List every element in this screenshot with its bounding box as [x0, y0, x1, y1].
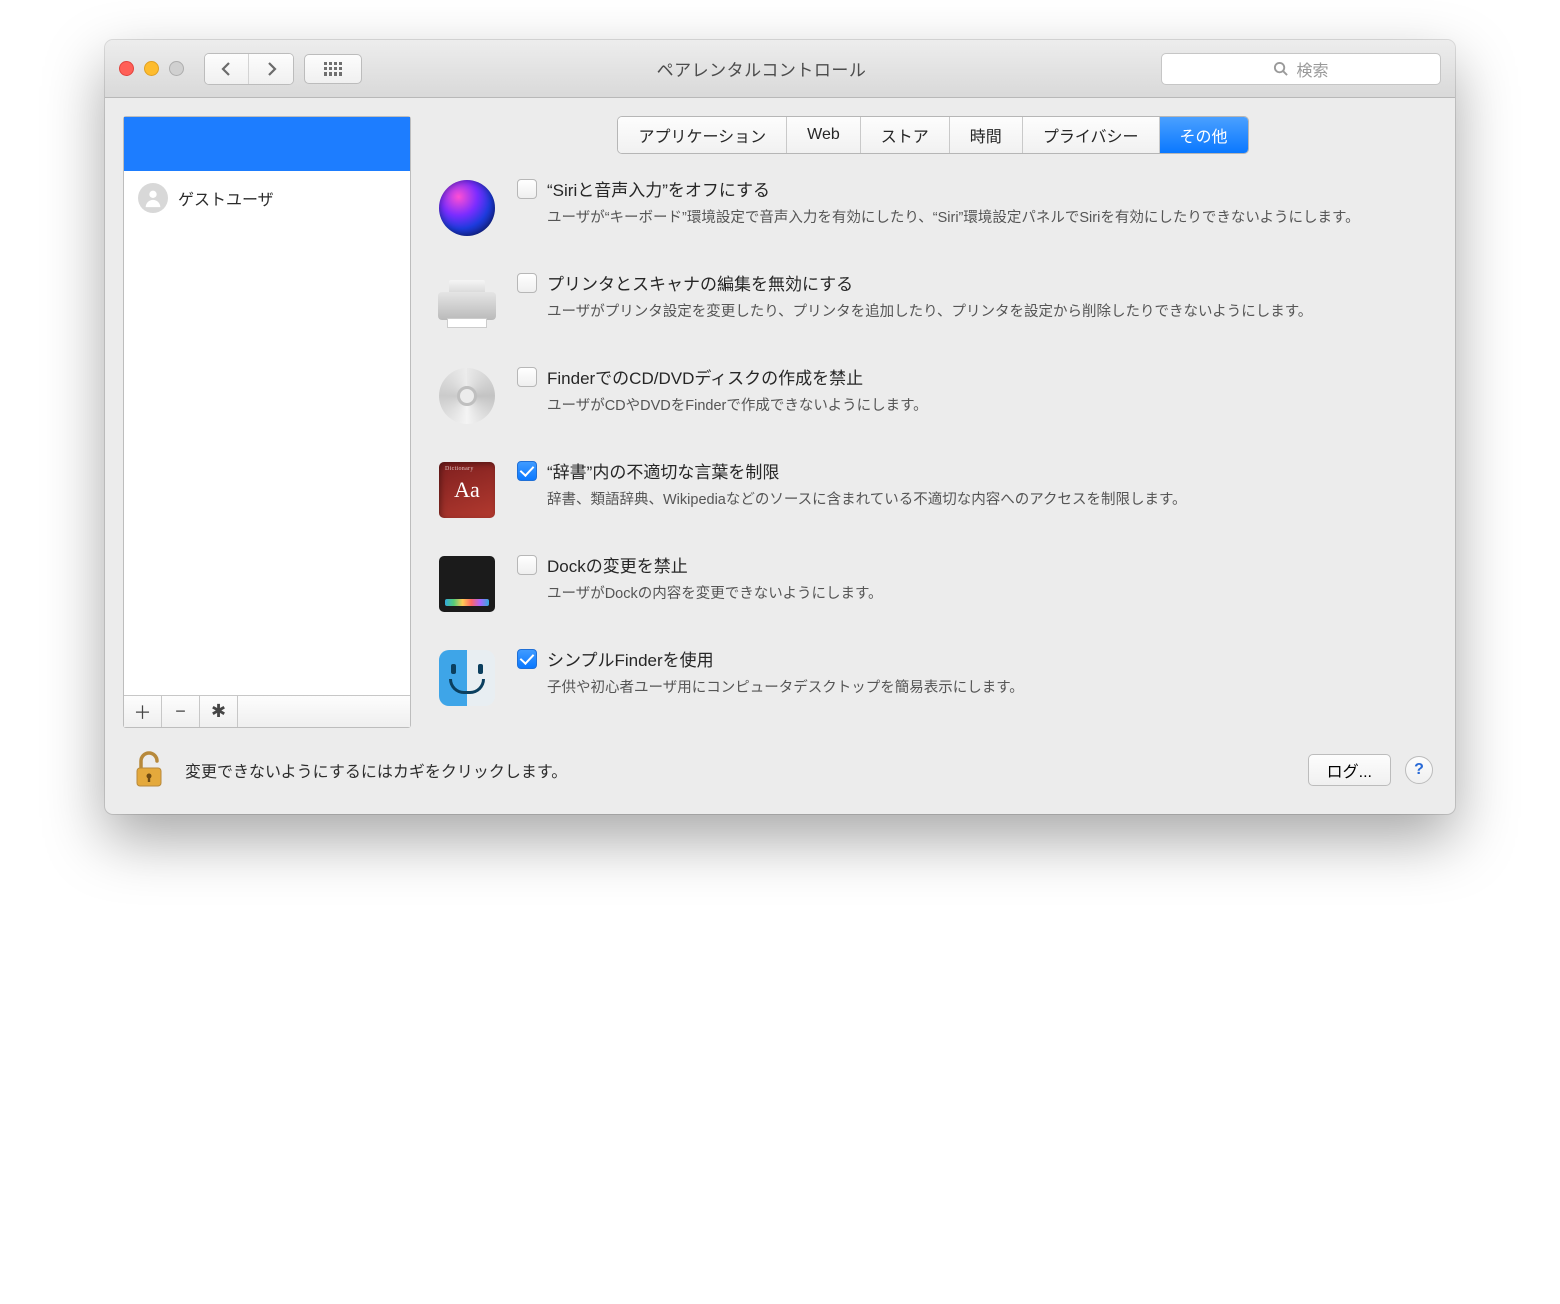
grid-icon	[324, 62, 342, 76]
option-desc: 辞書、類語辞典、Wikipediaなどのソースに含まれている不適切な内容へのアク…	[547, 489, 1417, 511]
footer: 変更できないようにするにはカギをクリックします。 ログ... ?	[105, 738, 1455, 814]
checkbox-disable-printer-admin[interactable]	[517, 273, 537, 293]
option-desc: ユーザがDockの内容を変更できないようにします。	[547, 583, 1417, 605]
plus-icon: ＋	[134, 699, 152, 725]
tab-group: アプリケーション Web ストア 時間 プライバシー その他	[617, 116, 1248, 154]
option-label: “辞書”内の不適切な言葉を制限	[547, 458, 779, 483]
checkbox-lock-dock[interactable]	[517, 555, 537, 575]
chevron-left-icon	[221, 62, 233, 76]
option-burn-disc: FinderでのCD/DVDディスクの作成を禁止 ユーザがCDやDVDをFind…	[435, 364, 1417, 428]
user-sidebar: ゲストユーザ ＋ − ✱	[123, 116, 411, 728]
option-label: プリンタとスキャナの編集を無効にする	[547, 270, 853, 295]
option-label: Dockの変更を禁止	[547, 552, 688, 577]
sidebar-user-label: ゲストユーザ	[178, 186, 274, 210]
help-button[interactable]: ?	[1405, 756, 1433, 784]
minus-icon: −	[175, 701, 186, 722]
option-label: シンプルFinderを使用	[547, 646, 714, 671]
back-button[interactable]	[205, 54, 249, 84]
option-label: “Siriと音声入力”をオフにする	[547, 176, 770, 201]
sidebar-toolbar: ＋ − ✱	[124, 695, 410, 727]
search-icon	[1273, 61, 1288, 76]
window-title: ペアレンタルコントロール	[372, 56, 1151, 81]
tab-bar: アプリケーション Web ストア 時間 プライバシー その他	[429, 116, 1437, 154]
window-controls	[119, 61, 184, 76]
unlocked-padlock-icon	[131, 750, 167, 790]
tab-time[interactable]: 時間	[950, 117, 1023, 153]
option-desc: ユーザがCDやDVDをFinderで作成できないようにします。	[547, 395, 1417, 417]
siri-icon	[435, 176, 499, 240]
window-body: ゲストユーザ ＋ − ✱ アプリケーション Web ストア 時間 プライバシー …	[105, 98, 1455, 738]
preferences-window: ペアレンタルコントロール 検索 ゲストユーザ ＋ − ✱	[105, 40, 1455, 814]
checkbox-restrict-dictionary[interactable]	[517, 461, 537, 481]
checkbox-disable-siri[interactable]	[517, 179, 537, 199]
sidebar-user-guest[interactable]: ゲストユーザ	[124, 171, 410, 225]
zoom-icon[interactable]	[169, 61, 184, 76]
remove-user-button[interactable]: −	[162, 696, 200, 727]
action-menu-button[interactable]: ✱	[200, 696, 238, 727]
checkbox-restrict-burn[interactable]	[517, 367, 537, 387]
tab-applications[interactable]: アプリケーション	[618, 117, 787, 153]
option-desc: ユーザがプリンタ設定を変更したり、プリンタを追加したり、プリンタを設定から削除し…	[547, 301, 1417, 323]
option-printer: プリンタとスキャナの編集を無効にする ユーザがプリンタ設定を変更したり、プリンタ…	[435, 270, 1417, 334]
add-user-button[interactable]: ＋	[124, 696, 162, 727]
chevron-right-icon	[265, 62, 277, 76]
title-bar: ペアレンタルコントロール 検索	[105, 40, 1455, 98]
sidebar-toolbar-spacer	[238, 696, 410, 727]
printer-icon	[435, 270, 499, 334]
option-siri: “Siriと音声入力”をオフにする ユーザが“キーボード”環境設定で音声入力を有…	[435, 176, 1417, 240]
dictionary-icon: Aa	[435, 458, 499, 522]
lock-description: 変更できないようにするにはカギをクリックします。	[185, 758, 567, 782]
tab-privacy[interactable]: プライバシー	[1023, 117, 1160, 153]
tab-web[interactable]: Web	[787, 117, 861, 153]
sidebar-header[interactable]	[124, 117, 410, 171]
show-all-button[interactable]	[304, 54, 362, 84]
main-panel: アプリケーション Web ストア 時間 プライバシー その他 “Siriと音声入…	[429, 116, 1437, 728]
checkbox-simple-finder[interactable]	[517, 649, 537, 669]
nav-buttons	[204, 53, 294, 85]
search-field[interactable]: 検索	[1161, 53, 1441, 85]
logs-button[interactable]: ログ...	[1308, 754, 1391, 786]
close-icon[interactable]	[119, 61, 134, 76]
tab-store[interactable]: ストア	[861, 117, 950, 153]
forward-button[interactable]	[249, 54, 293, 84]
option-dictionary: Aa “辞書”内の不適切な言葉を制限 辞書、類語辞典、Wikipediaなどのソ…	[435, 458, 1417, 522]
dock-icon	[435, 552, 499, 616]
tab-other[interactable]: その他	[1160, 117, 1248, 153]
minimize-icon[interactable]	[144, 61, 159, 76]
gear-icon: ✱	[211, 701, 226, 722]
user-silhouette-icon	[138, 183, 168, 213]
lock-button[interactable]	[127, 748, 171, 792]
sidebar-spacer	[124, 225, 410, 695]
disc-icon	[435, 364, 499, 428]
finder-icon	[435, 646, 499, 710]
search-placeholder: 検索	[1296, 57, 1328, 81]
option-desc: ユーザが“キーボード”環境設定で音声入力を有効にしたり、“Siri”環境設定パネ…	[547, 207, 1417, 229]
options-list: “Siriと音声入力”をオフにする ユーザが“キーボード”環境設定で音声入力を有…	[429, 176, 1437, 728]
option-simple-finder: シンプルFinderを使用 子供や初心者ユーザ用にコンピュータデスクトップを簡易…	[435, 646, 1417, 710]
option-dock: Dockの変更を禁止 ユーザがDockの内容を変更できないようにします。	[435, 552, 1417, 616]
option-desc: 子供や初心者ユーザ用にコンピュータデスクトップを簡易表示にします。	[547, 677, 1417, 699]
option-label: FinderでのCD/DVDディスクの作成を禁止	[547, 364, 863, 389]
